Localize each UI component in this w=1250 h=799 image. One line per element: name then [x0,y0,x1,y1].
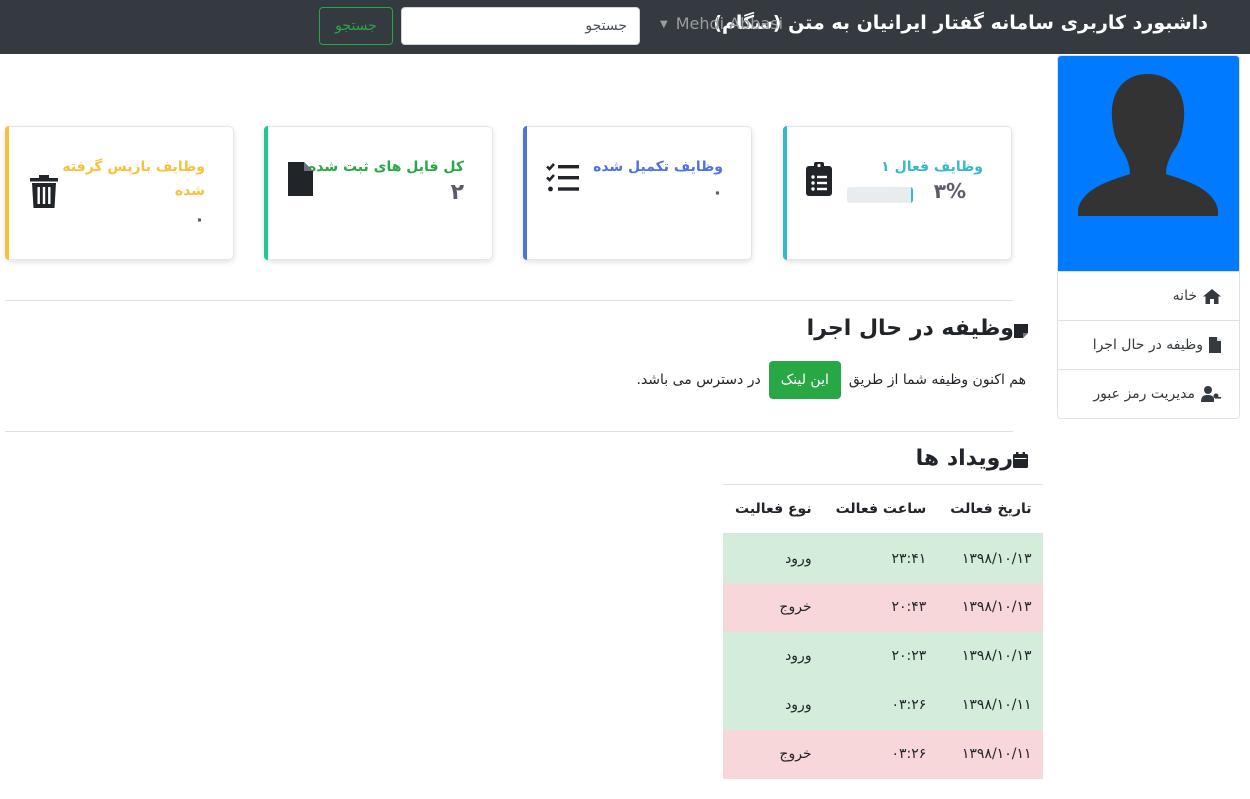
card-value: ۲ [450,180,464,205]
column-header-time: ساعت فعالت [823,484,939,535]
user-name: Mehdi Abbasi [675,14,784,33]
table-row: ۱۳۹۸/۱۰/۱۱ ۰۳:۲۶ خروج [723,729,1044,779]
event-time: ۲۰:۴۳ [823,582,939,632]
tasks-icon [546,163,580,197]
user-key-icon [1201,386,1221,402]
event-date: ۱۳۹۸/۱۰/۱۳ [938,631,1044,681]
event-date: ۱۳۹۸/۱۰/۱۳ [938,533,1044,583]
home-icon [1203,288,1221,304]
column-header-date: تاریخ فعالت [938,484,1044,535]
card-accent [264,126,268,260]
card-accent [5,126,9,260]
event-type: خروج [723,729,824,779]
card-registered-files: کل فایل های ثبت شده ۲ [264,126,493,260]
search-input[interactable] [401,7,640,45]
caret-down-icon: ▼ [660,19,668,30]
sidebar-item-label: وظیفه در حال اجرا [1092,337,1203,353]
calendar-icon [1013,449,1028,474]
card-value: ۰ [194,209,205,230]
sidebar-item-home[interactable]: خانه [1058,271,1239,320]
event-time: ۰۳:۲۶ [823,680,939,730]
event-type: خروج [723,582,824,632]
column-header-type: نوع فعالیت [723,484,824,535]
table-header-row: تاریخ فعالت ساعت فعالت نوع فعالیت [723,484,1044,535]
card-accent [783,126,787,260]
running-task-heading: وظیفه در حال اجرا [807,316,1028,344]
running-text-after: در دسترس می باشد. [636,372,761,388]
card-active-tasks: وظایف فعال ۱ ۳% [783,126,1012,260]
brand-title[interactable]: داشبورد کاربری سامانه گفتار ایرانیان به … [713,12,1208,34]
event-date: ۱۳۹۸/۱۰/۱۱ [938,680,1044,730]
card-title: وظایف بازپس گرفته شده [62,159,205,199]
table-row: ۱۳۹۸/۱۰/۱۳ ۲۰:۴۳ خروج [723,582,1044,632]
trash-icon [30,175,58,212]
task-link-button[interactable]: این لینک [768,361,841,399]
top-navbar: داشبورد کاربری سامانه گفتار ایرانیان به … [0,0,1250,54]
avatar [1058,56,1239,271]
event-time: ۲۳:۴۱ [823,533,939,583]
event-date: ۱۳۹۸/۱۰/۱۱ [938,729,1044,779]
card-accent [523,126,527,260]
table-row: ۱۳۹۸/۱۰/۱۳ ۲۳:۴۱ ورود [723,533,1044,583]
event-time: ۲۰:۲۳ [823,631,939,681]
sidebar-item-password[interactable]: مدیریت رمز عبور [1058,369,1239,418]
sidebar-item-label: خانه [1172,288,1197,304]
event-date: ۱۳۹۸/۱۰/۱۳ [938,582,1044,632]
event-time: ۰۳:۲۶ [823,729,939,779]
events-table: تاریخ فعالت ساعت فعالت نوع فعالیت ۱۳۹۸/۱… [723,484,1044,779]
progress-bar [847,187,913,203]
card-returned-tasks: وظایف بازپس گرفته شده ۰ [5,126,234,260]
card-title: کل فایل های ثبت شده [307,159,464,175]
card-title: وظایف تکمیل شده [593,159,723,175]
divider [5,300,1013,301]
card-completed-tasks: وظایف تکمیل شده ۰ [523,126,752,260]
sticky-note-icon [1014,319,1028,344]
user-silhouette-icon [1078,74,1218,216]
event-type: ورود [723,680,824,730]
running-task-heading-text: وظیفه در حال اجرا [806,316,1014,341]
events-heading: رویداد ها [916,446,1028,474]
running-text-before: هم اکنون وظیفه شما از طریق [848,372,1026,388]
file-icon [288,162,313,200]
event-type: ورود [723,533,824,583]
card-value: ۰ [712,182,723,203]
sidebar-item-running-task[interactable]: وظیفه در حال اجرا [1058,320,1239,369]
progress-fill [911,187,913,203]
running-task-text: هم اکنون وظیفه شما از طریق این لینک در د… [636,361,1026,399]
card-title: وظایف فعال ۱ [881,159,983,175]
sidebar: خانه وظیفه در حال اجرا مدیریت رمز عبور [1057,55,1240,419]
search-button[interactable]: جستجو [319,7,393,45]
events-heading-text: رویداد ها [915,446,1013,471]
table-row: ۱۳۹۸/۱۰/۱۱ ۰۳:۲۶ ورود [723,680,1044,730]
table-row: ۱۳۹۸/۱۰/۱۳ ۲۰:۲۳ ورود [723,631,1044,681]
card-value: ۳% [933,179,966,203]
sidebar-item-label: مدیریت رمز عبور [1093,386,1195,402]
divider [5,431,1013,432]
clipboard-list-icon [806,162,832,200]
file-icon [1209,337,1221,353]
user-dropdown[interactable]: ▼ Mehdi Abbasi [660,14,783,33]
event-type: ورود [723,631,824,681]
